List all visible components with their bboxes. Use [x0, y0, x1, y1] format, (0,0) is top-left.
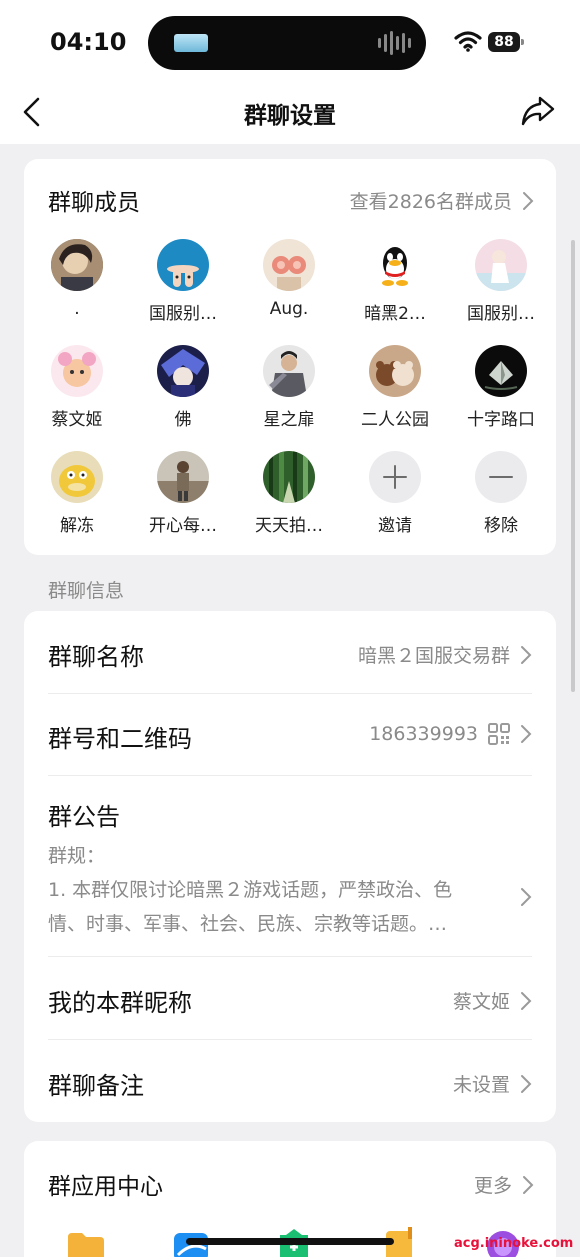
- group-info-card: 群聊名称 暗黑２国服交易群 群号和二维码 186339993 群公告 群规： 1…: [24, 611, 556, 1122]
- view-all-members-link[interactable]: 查看2826名群成员: [350, 187, 534, 214]
- divider: [48, 693, 532, 694]
- watermark: acg.ininoke.com: [454, 1236, 574, 1251]
- audio-wave-icon: [378, 30, 412, 56]
- invite-button[interactable]: 邀请: [342, 451, 448, 536]
- avatar: [263, 451, 315, 503]
- member-item[interactable]: .: [24, 239, 130, 319]
- group-apps-title: 群应用中心: [48, 1174, 163, 1200]
- share-icon[interactable]: [520, 94, 556, 128]
- my-nickname-label: 我的本群昵称: [48, 989, 192, 1017]
- dynamic-island[interactable]: [148, 16, 426, 70]
- nav-bar: 群聊设置: [0, 80, 580, 144]
- avatar: [475, 345, 527, 397]
- battery-icon: 88: [488, 32, 524, 52]
- member-name: 天天拍…: [255, 516, 323, 536]
- group-number-qr-row[interactable]: 群号和二维码 186339993: [48, 719, 532, 753]
- member-item[interactable]: 佛: [130, 345, 236, 430]
- chevron-right-icon: [521, 888, 532, 906]
- member-item[interactable]: 国服别…: [130, 239, 236, 324]
- chevron-right-icon: [521, 725, 532, 743]
- group-remark-label: 群聊备注: [48, 1072, 144, 1100]
- group-name-label: 群聊名称: [48, 643, 144, 671]
- member-name: 开心每…: [149, 516, 217, 536]
- chevron-right-icon: [523, 191, 534, 210]
- member-name: Aug.: [269, 299, 309, 319]
- avatar: [369, 239, 421, 291]
- remove-label: 移除: [484, 516, 518, 536]
- member-name: .: [74, 299, 80, 319]
- avatar: [51, 239, 103, 291]
- divider: [48, 1039, 532, 1040]
- wifi-icon: [454, 31, 482, 52]
- chevron-right-icon: [523, 1175, 534, 1194]
- group-number-value: 186339993: [369, 723, 478, 745]
- avatar: [157, 451, 209, 503]
- member-item[interactable]: 国服别…: [448, 239, 554, 324]
- member-name: 二人公园: [361, 410, 429, 430]
- minus-icon: [489, 476, 513, 478]
- info-section-label: 群聊信息: [48, 580, 125, 602]
- member-name: 国服别…: [467, 304, 535, 324]
- group-remark-row[interactable]: 群聊备注 未设置: [48, 1066, 532, 1100]
- home-indicator[interactable]: [186, 1238, 394, 1245]
- notice-line: 1. 本群仅限讨论暗黑２游戏话题，严禁政治、色: [48, 879, 453, 901]
- apps-more-link[interactable]: 更多: [474, 1171, 534, 1198]
- member-name: 国服别…: [149, 304, 217, 324]
- member-item[interactable]: 解冻: [24, 451, 130, 536]
- member-name: 十字路口: [467, 410, 535, 430]
- view-all-members-label: 查看2826名群成员: [349, 191, 512, 213]
- avatar: [263, 239, 315, 291]
- avatar: [369, 345, 421, 397]
- chevron-right-icon: [521, 645, 532, 664]
- member-item[interactable]: 十字路口: [448, 345, 554, 430]
- member-name: 星之扉: [263, 410, 315, 430]
- notice-line: 群规：: [48, 845, 106, 867]
- avatar: [475, 239, 527, 291]
- member-name: 暗黑2…: [364, 304, 426, 324]
- member-name: 解冻: [60, 516, 94, 536]
- avatar: [157, 345, 209, 397]
- member-item[interactable]: 开心每…: [130, 451, 236, 536]
- member-item[interactable]: 蔡文姬: [24, 345, 130, 430]
- battery-level: 88: [488, 32, 520, 52]
- member-item[interactable]: 星之扉: [236, 345, 342, 430]
- folder-app-icon[interactable]: [66, 1231, 106, 1257]
- now-playing-thumbnail: [174, 34, 208, 52]
- invite-label: 邀请: [378, 516, 412, 536]
- members-title: 群聊成员: [48, 190, 140, 216]
- group-notice-label: 群公告: [48, 803, 120, 831]
- my-nickname-value: 蔡文姬: [452, 991, 510, 1013]
- chevron-right-icon: [521, 991, 532, 1010]
- group-name-value: 暗黑２国服交易群: [357, 645, 510, 667]
- group-remark-value: 未设置: [452, 1074, 510, 1096]
- plus-icon: [383, 465, 407, 489]
- chevron-right-icon: [521, 1074, 532, 1093]
- member-name: 蔡文姬: [51, 410, 103, 430]
- avatar: [51, 345, 103, 397]
- group-name-row[interactable]: 群聊名称 暗黑２国服交易群: [48, 637, 532, 671]
- page-title: 群聊设置: [244, 103, 336, 129]
- member-item[interactable]: 二人公园: [342, 345, 448, 430]
- avatar: [263, 345, 315, 397]
- member-item[interactable]: Aug.: [236, 239, 342, 319]
- scrollbar[interactable]: [571, 240, 575, 692]
- group-number-label: 群号和二维码: [48, 725, 192, 753]
- member-item[interactable]: 暗黑2…: [342, 239, 448, 324]
- notice-line: 情、时事、军事、社会、民族、宗教等话题。…: [48, 913, 448, 935]
- my-nickname-row[interactable]: 我的本群昵称 蔡文姬: [48, 983, 532, 1017]
- qr-code-icon: [488, 723, 510, 745]
- divider: [48, 775, 532, 776]
- status-bar: 04:10 88: [0, 0, 580, 80]
- members-card: 群聊成员 查看2826名群成员 . 国服别… Aug. 暗黑2… 国服别… 蔡文…: [24, 159, 556, 555]
- avatar: [51, 451, 103, 503]
- remove-button[interactable]: 移除: [448, 451, 554, 536]
- group-notice-preview: 群规： 1. 本群仅限讨论暗黑２游戏话题，严禁政治、色 情、时事、军事、社会、民…: [48, 839, 498, 941]
- member-item[interactable]: 天天拍…: [236, 451, 342, 536]
- member-name: 佛: [174, 410, 192, 430]
- avatar: [157, 239, 209, 291]
- divider: [48, 956, 532, 957]
- status-time: 04:10: [50, 28, 127, 56]
- apps-more-label: 更多: [473, 1175, 512, 1197]
